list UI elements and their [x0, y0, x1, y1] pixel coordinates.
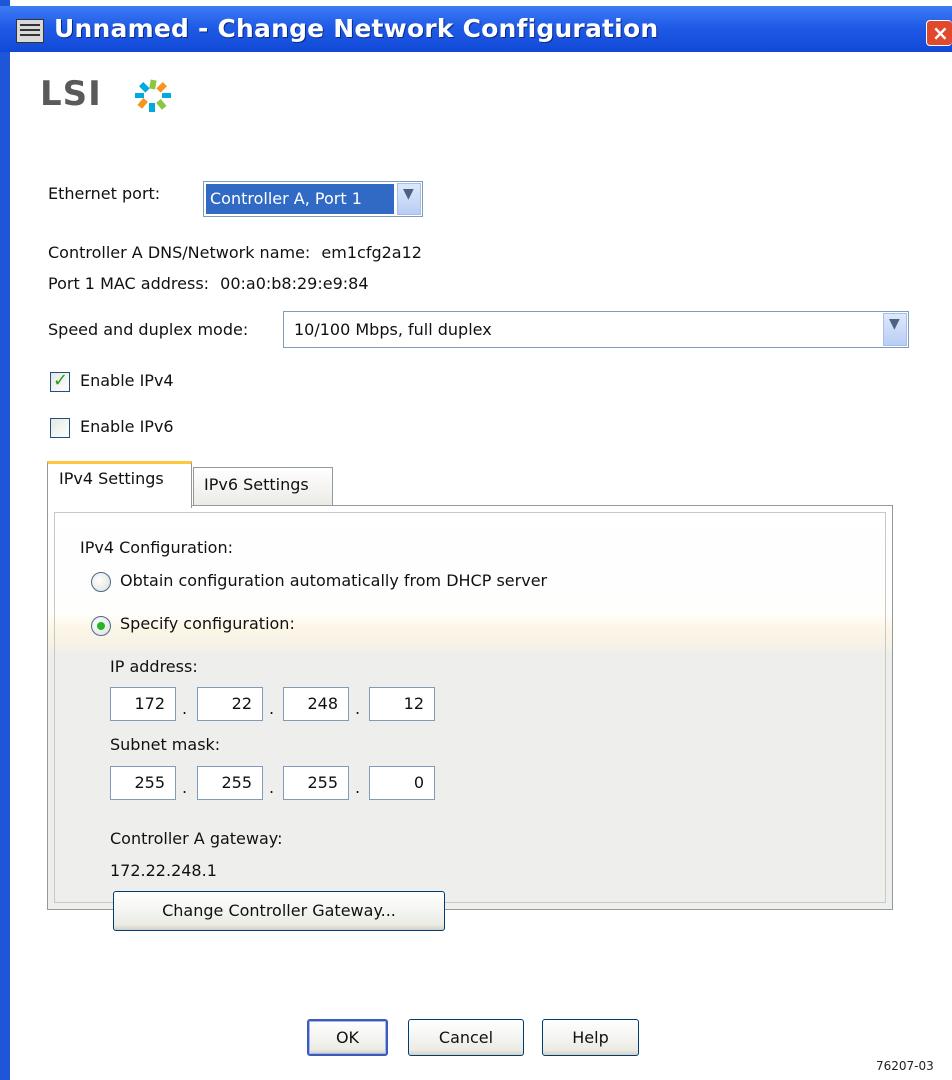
enable-ipv6-label[interactable]: Enable IPv6 [80, 417, 174, 436]
ip-separator: . [269, 699, 275, 718]
ip-octet-4-field[interactable]: 12 [369, 687, 435, 721]
speed-duplex-dropdown[interactable]: 10/100 Mbps, full duplex ▼ [283, 311, 909, 348]
tab-ipv4-settings[interactable]: IPv4 Settings [47, 461, 192, 508]
dialog-window: Unnamed - Change Network Configuration ×… [0, 0, 952, 1080]
gateway-value: 172.22.248.1 [110, 861, 217, 880]
subnet-octet-2-field[interactable]: 255 [197, 766, 263, 800]
enable-ipv4-label[interactable]: Enable IPv4 [80, 371, 174, 390]
specify-configuration-label[interactable]: Specify configuration: [120, 614, 295, 633]
lsi-logo-icon [135, 79, 171, 112]
checkmark-icon: ✓ [53, 370, 69, 391]
subnet-separator: . [269, 778, 275, 797]
ip-octet-2-field[interactable]: 22 [197, 687, 263, 721]
enable-ipv4-checkbox[interactable]: ✓ [50, 370, 70, 392]
gateway-label: Controller A gateway: [110, 829, 283, 848]
enable-ipv6-checkbox[interactable] [50, 418, 70, 438]
ethernet-port-label: Ethernet port: [48, 184, 161, 203]
help-button[interactable]: Help [542, 1019, 639, 1056]
ip-address-label: IP address: [110, 657, 198, 676]
dhcp-option-label[interactable]: Obtain configuration automatically from … [120, 571, 547, 590]
window-left-border [0, 0, 10, 1080]
subnet-octet-4-field[interactable]: 0 [369, 766, 435, 800]
ip-octet-3-field[interactable]: 248 [283, 687, 349, 721]
dhcp-radio[interactable] [91, 572, 111, 592]
ok-button[interactable]: OK [307, 1019, 388, 1056]
subnet-octet-1-field[interactable]: 255 [110, 766, 176, 800]
speed-duplex-label: Speed and duplex mode: [48, 320, 249, 339]
window-menu-icon[interactable] [16, 19, 44, 43]
lsi-logo: LSI [40, 74, 171, 114]
logo-text: LSI [40, 74, 102, 114]
ipv4-configuration-label: IPv4 Configuration: [80, 538, 233, 557]
speed-duplex-value: 10/100 Mbps, full duplex [294, 320, 492, 339]
tab-ipv6-settings[interactable]: IPv6 Settings [193, 467, 333, 505]
ip-octet-1-field[interactable]: 172 [110, 687, 176, 721]
cancel-button[interactable]: Cancel [408, 1019, 524, 1056]
subnet-mask-label: Subnet mask: [110, 735, 221, 754]
speed-duplex-dropdown-button[interactable]: ▼ [883, 313, 907, 346]
ethernet-port-value: Controller A, Port 1 [206, 184, 394, 214]
dns-name-label: Controller A DNS/Network name: [48, 243, 311, 262]
change-gateway-button[interactable]: Change Controller Gateway... [113, 891, 445, 931]
figure-id: 76207-03 [876, 1059, 934, 1073]
subnet-octet-3-field[interactable]: 255 [283, 766, 349, 800]
chevron-down-icon: ▼ [403, 186, 414, 202]
mac-address-value: 00:a0:b8:29:e9:84 [220, 274, 369, 293]
title-bar[interactable]: Unnamed - Change Network Configuration × [0, 6, 952, 52]
subnet-separator: . [355, 778, 361, 797]
window-title: Unnamed - Change Network Configuration [54, 14, 659, 43]
ethernet-port-dropdown[interactable]: Controller A, Port 1 ▼ [203, 181, 423, 217]
close-button[interactable]: × [926, 20, 952, 46]
specify-configuration-radio[interactable] [91, 616, 111, 636]
ethernet-port-dropdown-button[interactable]: ▼ [397, 183, 421, 215]
chevron-down-icon: ▼ [889, 316, 900, 332]
mac-address-row: Port 1 MAC address: 00:a0:b8:29:e9:84 [48, 274, 369, 293]
mac-address-label: Port 1 MAC address: [48, 274, 210, 293]
dns-name-row: Controller A DNS/Network name: em1cfg2a1… [48, 243, 422, 262]
close-icon: × [932, 21, 949, 45]
subnet-separator: . [182, 778, 188, 797]
ip-separator: . [355, 699, 361, 718]
ip-separator: . [182, 699, 188, 718]
radio-selected-dot [97, 622, 105, 630]
dns-name-value: em1cfg2a12 [321, 243, 422, 262]
